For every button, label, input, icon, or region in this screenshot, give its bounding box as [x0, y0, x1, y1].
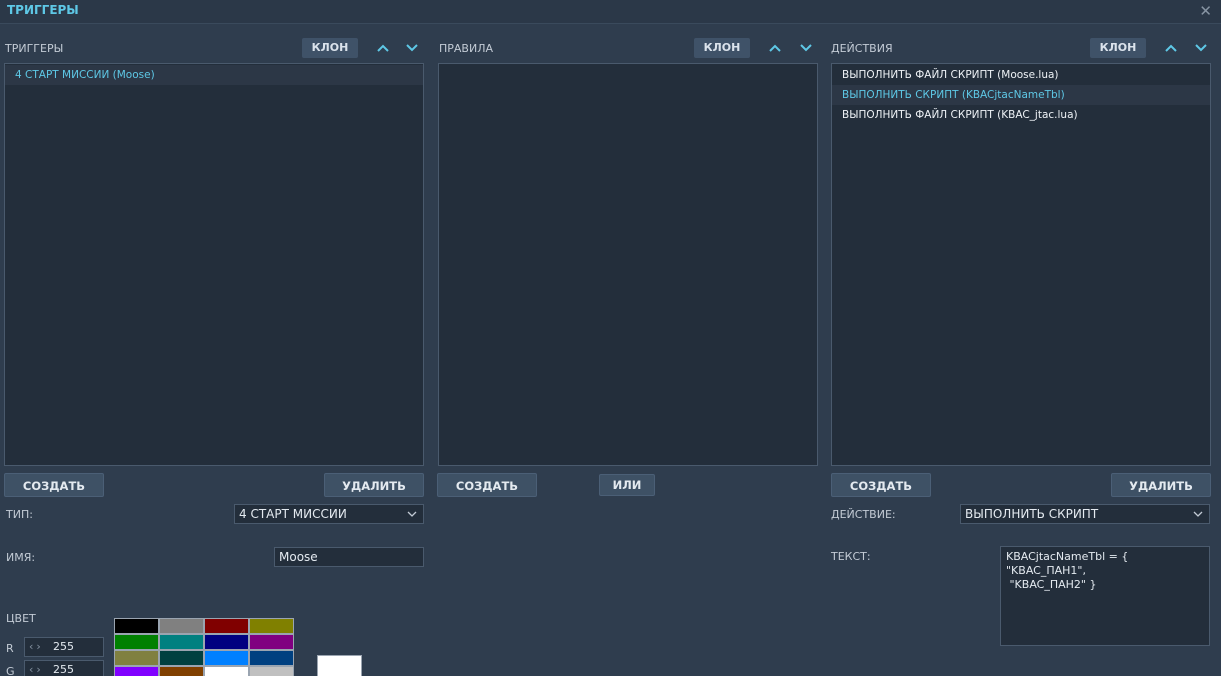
- color-swatch[interactable]: [249, 650, 294, 666]
- trigger-create-button[interactable]: СОЗДАТЬ: [4, 473, 104, 497]
- g-label: G: [6, 665, 15, 676]
- r-value: 255: [53, 640, 74, 653]
- text-label: ТЕКСТ:: [831, 550, 871, 563]
- actions-move-up-icon[interactable]: [1163, 40, 1179, 56]
- rules-header: ПРАВИЛА: [439, 42, 494, 55]
- action-type-select-value: ВЫПОЛНИТЬ СКРИПТ: [965, 507, 1099, 521]
- actions-list[interactable]: ВЫПОЛНИТЬ ФАЙЛ СКРИПТ (Moose.lua) ВЫПОЛН…: [831, 63, 1211, 466]
- triggers-move-up-icon[interactable]: [375, 40, 391, 56]
- triggers-move-down-icon[interactable]: [404, 40, 420, 56]
- script-text-area[interactable]: KBACjtacNameTbl = { "KBAC_ПАН1", "KBAC_П…: [1000, 546, 1210, 646]
- chevron-down-icon: [407, 506, 417, 522]
- color-swatch[interactable]: [249, 666, 294, 676]
- color-swatch[interactable]: [204, 650, 249, 666]
- g-stepper[interactable]: ‹› 255: [24, 660, 104, 676]
- action-list-item[interactable]: ВЫПОЛНИТЬ ФАЙЛ СКРИПТ (Moose.lua): [832, 65, 1210, 85]
- color-swatch[interactable]: [204, 618, 249, 634]
- color-swatch[interactable]: [249, 634, 294, 650]
- trigger-list-item[interactable]: 4 СТАРТ МИССИИ (Moose): [5, 65, 423, 85]
- triggers-header: ТРИГГЕРЫ: [5, 42, 64, 55]
- rule-or-button[interactable]: ИЛИ: [599, 474, 655, 496]
- color-swatch[interactable]: [159, 618, 204, 634]
- actions-clone-button[interactable]: КЛОН: [1090, 38, 1146, 58]
- color-swatch[interactable]: [204, 666, 249, 676]
- rules-move-up-icon[interactable]: [767, 40, 783, 56]
- color-swatch[interactable]: [114, 634, 159, 650]
- color-label: ЦВЕТ: [6, 612, 36, 625]
- action-list-item[interactable]: ВЫПОЛНИТЬ СКРИПТ (KBACjtacNameTbl): [832, 85, 1210, 105]
- title-bar: ТРИГГЕРЫ ✕: [0, 0, 1221, 24]
- r-label: R: [6, 642, 14, 655]
- stepper-arrows-icon[interactable]: ‹›: [29, 661, 44, 676]
- type-label: ТИП:: [6, 508, 33, 521]
- r-stepper[interactable]: ‹› 255: [24, 637, 104, 657]
- color-swatch[interactable]: [114, 650, 159, 666]
- trigger-delete-button[interactable]: УДАЛИТЬ: [324, 473, 424, 497]
- color-swatch[interactable]: [204, 634, 249, 650]
- type-select[interactable]: 4 СТАРТ МИССИИ: [234, 504, 424, 524]
- rules-clone-button[interactable]: КЛОН: [694, 38, 750, 58]
- chevron-down-icon: [1193, 506, 1203, 522]
- color-swatch[interactable]: [114, 618, 159, 634]
- action-type-select[interactable]: ВЫПОЛНИТЬ СКРИПТ: [960, 504, 1210, 524]
- color-swatch[interactable]: [159, 634, 204, 650]
- stepper-arrows-icon[interactable]: ‹›: [29, 638, 44, 656]
- action-delete-button[interactable]: УДАЛИТЬ: [1111, 473, 1211, 497]
- color-swatch[interactable]: [249, 618, 294, 634]
- g-value: 255: [53, 663, 74, 676]
- color-swatch[interactable]: [159, 650, 204, 666]
- rules-move-down-icon[interactable]: [798, 40, 814, 56]
- name-label: ИМЯ:: [6, 551, 36, 564]
- color-preview: [317, 655, 362, 676]
- close-icon[interactable]: ✕: [1199, 2, 1212, 20]
- rules-list[interactable]: [438, 63, 818, 466]
- actions-header: ДЕЙСТВИЯ: [831, 42, 893, 55]
- rule-create-button[interactable]: СОЗДАТЬ: [437, 473, 537, 497]
- action-list-item[interactable]: ВЫПОЛНИТЬ ФАЙЛ СКРИПТ (KBAC_jtac.lua): [832, 105, 1210, 125]
- triggers-list[interactable]: 4 СТАРТ МИССИИ (Moose): [4, 63, 424, 466]
- type-select-value: 4 СТАРТ МИССИИ: [239, 507, 347, 521]
- action-create-button[interactable]: СОЗДАТЬ: [831, 473, 931, 497]
- actions-move-down-icon[interactable]: [1193, 40, 1209, 56]
- action-type-label: ДЕЙСТВИЕ:: [831, 508, 896, 521]
- color-swatch[interactable]: [159, 666, 204, 676]
- triggers-clone-button[interactable]: КЛОН: [302, 38, 358, 58]
- name-field[interactable]: Moose: [274, 547, 424, 567]
- window-title: ТРИГГЕРЫ: [7, 3, 79, 17]
- color-swatch[interactable]: [114, 666, 159, 676]
